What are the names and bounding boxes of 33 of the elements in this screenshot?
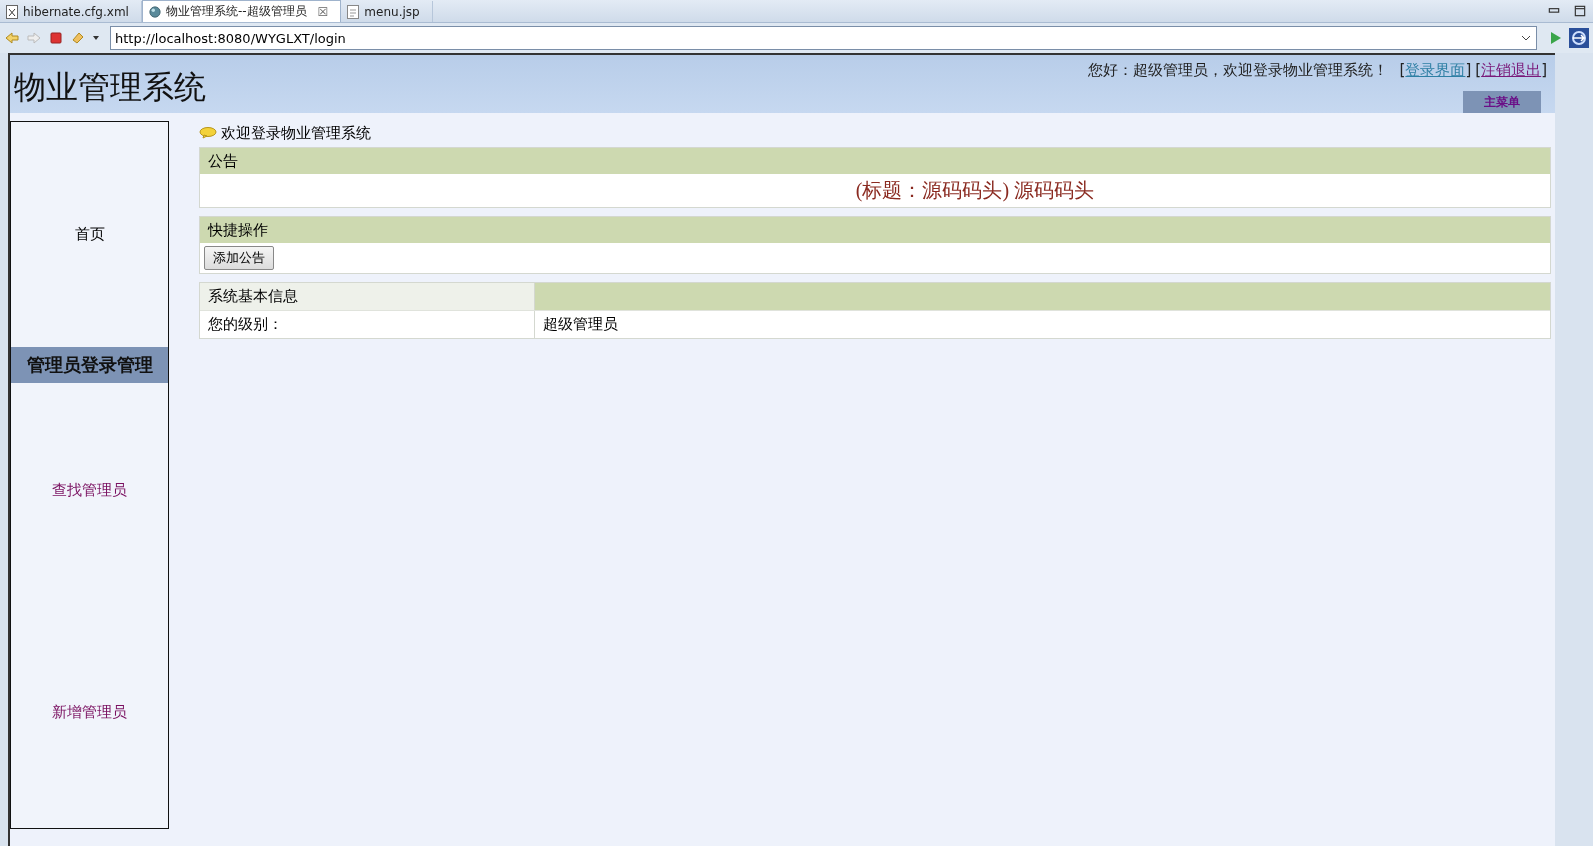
table-header-cell: 系统基本信息 [200, 283, 535, 310]
site-title: 物业管理系统 [13, 68, 206, 107]
editor-tab[interactable]: menu.jsp [341, 1, 433, 22]
sidebar-section-header: 管理员登录管理 [11, 347, 168, 383]
header-link[interactable]: 注销退出 [1481, 61, 1542, 80]
dropdown-caret-icon[interactable] [92, 34, 100, 42]
bracket-text: [ [1399, 61, 1406, 79]
add-notice-button[interactable]: 添加公告 [204, 246, 274, 270]
maximize-icon[interactable] [1573, 4, 1587, 18]
file-icon [347, 4, 360, 19]
bracket-text: ] [1541, 61, 1547, 79]
welcome-text: 欢迎登录物业管理系统 [221, 123, 371, 143]
address-field[interactable]: http://localhost:8080/WYGLXT/login [110, 26, 1537, 50]
close-icon[interactable]: ☒ [317, 4, 329, 19]
globe-icon [148, 4, 161, 19]
file-icon [6, 4, 18, 19]
panel-heading: 公告 [208, 151, 238, 171]
panel-heading: 快捷操作 [208, 220, 268, 240]
stop-icon[interactable] [48, 30, 64, 46]
bracket-text: [ [1475, 61, 1482, 79]
notice-text: (标题：源码码头) 源码码头 [855, 178, 1095, 204]
greeting-text: 您好：超级管理员，欢迎登录物业管理系统！ [1087, 61, 1388, 80]
sidebar-link[interactable]: 新增管理员 [52, 702, 127, 722]
caret-icon[interactable] [1521, 34, 1531, 42]
table-cell-text: 超级管理员 [542, 314, 619, 335]
bracket-text: ] [1465, 61, 1472, 79]
external-browser-icon[interactable] [1569, 28, 1589, 48]
speech-bubble-icon [199, 127, 217, 139]
sidebar-link[interactable]: 首页 [74, 225, 105, 244]
sidebar-link[interactable]: 查找管理员 [52, 481, 127, 500]
editor-tab[interactable]: 物业管理系统--超级管理员 ☒ [141, 0, 342, 22]
editor-tab[interactable]: hibernate.cfg.xml [0, 1, 142, 22]
table-cell: 您的级别： [200, 311, 535, 338]
